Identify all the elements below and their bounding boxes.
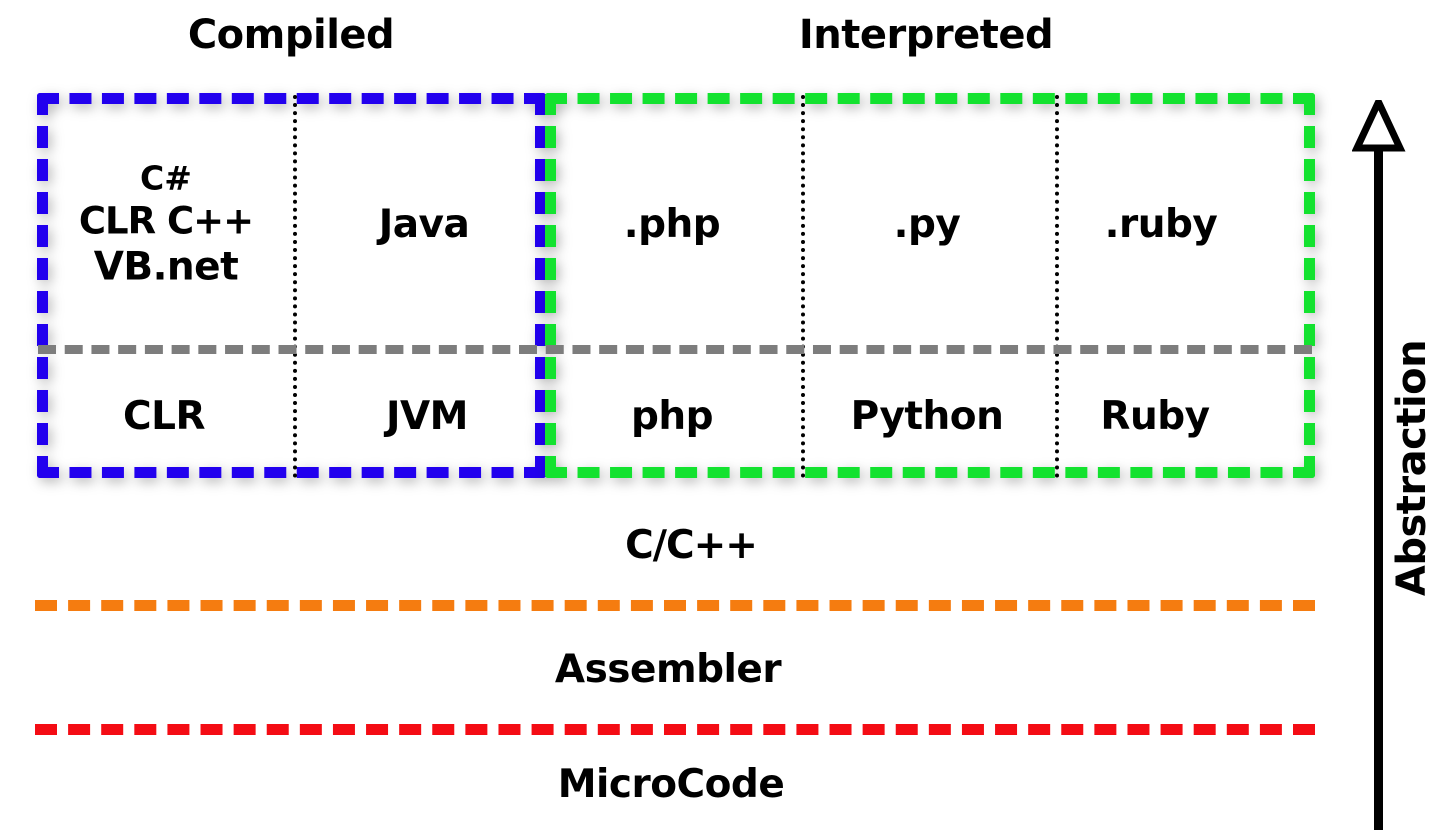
column-divider-php-python (801, 95, 805, 478)
layer-label-assembler: Assembler (554, 647, 782, 692)
cell-php-runtime: php (630, 393, 714, 441)
layer-rule-assembler-top (35, 600, 1315, 611)
language-label-py-ext: .py (893, 202, 961, 248)
language-label-java: Java (378, 202, 470, 248)
runtime-label-clr: CLR (122, 394, 206, 440)
category-header-compiled: Compiled (187, 12, 395, 58)
cell-python-runtime: Python (851, 393, 1004, 441)
cell-ruby-runtime: Ruby (1100, 393, 1210, 441)
cell-java-language: Java (379, 201, 470, 249)
language-label-vbnet: VB.net (93, 244, 239, 290)
axis-label-abstraction: Abstraction (1389, 339, 1435, 597)
cell-python-language: .py (894, 201, 961, 249)
cell-ruby-language: .ruby (1105, 201, 1218, 249)
cell-php-language: .php (623, 201, 721, 249)
language-label-csharp: C# (140, 158, 192, 198)
layer-rule-microcode-top (35, 724, 1315, 735)
column-divider-dotnet-java (293, 95, 297, 478)
runtime-label-jvm: JVM (385, 394, 469, 440)
column-divider-python-ruby (1055, 95, 1059, 478)
abstraction-layers-diagram: Compiled Interpreted C# CLR C++ VB.net J… (0, 0, 1449, 836)
runtime-label-python: Python (850, 394, 1004, 440)
language-label-clr-cpp: CLR C++ (78, 199, 254, 243)
cell-java-runtime: JVM (385, 393, 469, 441)
language-runtime-separator (38, 345, 1312, 354)
language-label-ruby-ext: .ruby (1104, 202, 1218, 248)
language-label-php-ext: .php (623, 202, 721, 248)
category-header-interpreted: Interpreted (798, 12, 1054, 58)
runtime-label-php: php (630, 394, 714, 440)
layer-label-c-cpp: C/C++ (625, 523, 758, 568)
cell-dotnet-runtime: CLR (122, 393, 206, 441)
runtime-label-ruby: Ruby (1100, 394, 1210, 440)
layer-label-microcode: MicroCode (557, 762, 785, 807)
cell-dotnet-languages: C# CLR C++ VB.net (78, 158, 254, 292)
